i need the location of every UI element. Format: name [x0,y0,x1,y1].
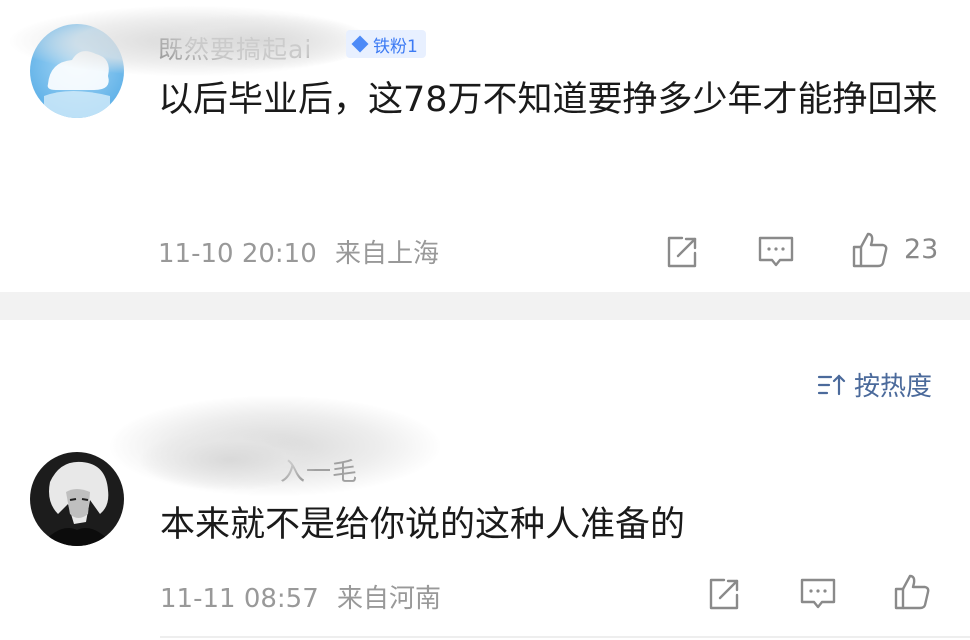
comment-icon[interactable] [798,574,838,614]
fan-badge[interactable]: 铁粉1 [346,30,426,58]
like-count: 23 [904,234,939,265]
diamond-icon [351,35,369,53]
comment-meta: 11-11 08:57 来自河南 [160,578,441,615]
username[interactable]: 既然要搞起ai [158,30,312,66]
comment-meta: 11-10 20:10 来自上海 [158,233,439,270]
badge-label: 铁粉1 [373,36,418,57]
comment-1: 既然要搞起ai 铁粉1 以后毕业后，这78万不知道要挣多少年才能挣回来 11-1… [0,0,970,292]
comment-text: 以后毕业后，这78万不知道要挣多少年才能挣回来 [158,80,938,120]
avatar[interactable] [30,452,124,546]
sort-by-hot-button[interactable]: 按热度 [816,366,932,403]
share-icon[interactable] [662,232,702,272]
avatar[interactable] [30,24,124,118]
sort-icon [816,372,846,398]
location: 来自上海 [335,239,440,269]
comment-text: 本来就不是给你说的这种人准备的 [160,505,686,545]
timestamp: 11-10 20:10 [158,239,317,269]
username[interactable]: 入一毛 [280,452,358,488]
bottom-divider [160,636,970,638]
section-divider [0,292,970,320]
timestamp: 11-11 08:57 [160,584,319,614]
thumbs-up-icon[interactable] [892,572,932,612]
share-icon[interactable] [704,574,744,614]
sort-label: 按热度 [853,372,932,402]
thumbs-up-icon[interactable] [850,230,890,270]
location: 来自河南 [337,584,442,614]
comment-icon[interactable] [756,232,796,272]
